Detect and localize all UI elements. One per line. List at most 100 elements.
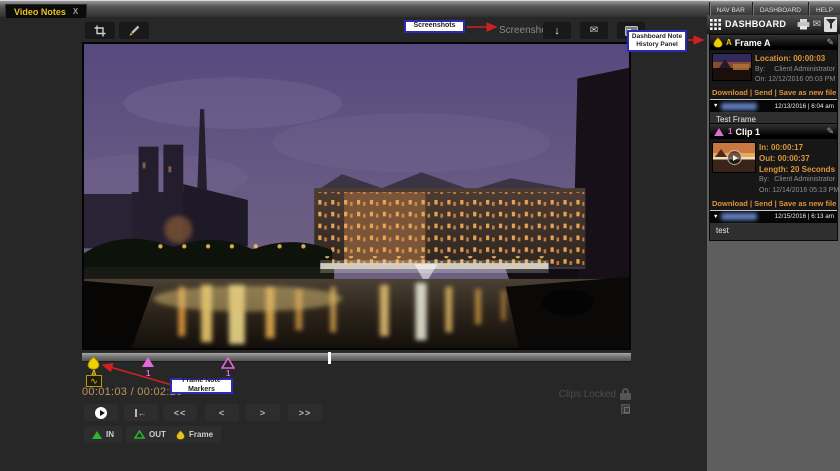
send-link[interactable]: Send [754,88,772,97]
video-player[interactable] [82,42,631,350]
jump-start-icon [135,409,137,417]
mail-icon[interactable]: ✉ [813,19,821,30]
locked-file-icon [621,404,630,414]
fast-forward-button[interactable]: >> [288,404,322,421]
on-date: On: 12/12/2016 05:03 PM [755,75,835,85]
timeline-scrubber[interactable] [82,352,631,362]
redacted-user-name [721,103,757,110]
lock-icon [620,388,631,400]
card-title: Clip 1 [735,127,760,137]
link-separator: | [750,88,752,97]
link-separator: | [775,88,777,97]
frame-drop-icon [713,37,723,48]
pen-icon [128,25,140,37]
dashboard-header: DASHBOARD ✉ [707,15,840,34]
redacted-user-name [721,213,757,220]
play-button[interactable] [84,404,118,421]
out-triangle-icon [134,430,145,439]
card-badge: A [726,38,732,47]
clip-thumbnail[interactable] [712,142,756,173]
mark-out-button[interactable]: OUT [126,426,174,443]
play-icon [95,407,107,419]
left-arrow-icon: ← [138,408,148,418]
playhead[interactable] [328,352,331,364]
frame-thumbnail[interactable] [712,53,752,81]
grid-icon [710,19,721,30]
by-value: Client Administrator [774,65,835,75]
card-title: Frame A [735,38,771,48]
download-icon: ↓ [554,25,560,37]
comment-header[interactable]: ▼ 12/15/2016 | 6:13 am [710,210,837,223]
tab-video-notes[interactable]: Video Notes X [5,4,87,18]
fast-forward-icon: >> [299,408,312,418]
download-link[interactable]: Download [712,199,748,208]
link-separator: | [775,199,777,208]
card-actions: Download | Send | Save as new file [710,87,837,99]
save-as-new-file-link[interactable]: Save as new file [779,88,837,97]
frame-location: Location: 00:00:03 [755,54,835,65]
on-date: On: 12/14/2016 05:13 PM [759,186,835,196]
out-marker-icon [221,357,235,369]
rewind-button[interactable]: << [163,404,197,421]
frame-marker-icon [87,356,100,370]
filter-button[interactable] [824,17,837,32]
mark-in-label: IN [106,430,114,439]
link-separator: | [750,199,752,208]
dashboard-panel: DASHBOARD ✉ A [707,15,840,471]
time-display: 00:01:03 / 00:02:20 [82,386,183,398]
by-label: By: [759,175,769,185]
in-marker-label: 1 [146,369,150,378]
rewind-icon: << [174,408,187,418]
clip-length: Length: 20 Seconds [759,165,835,176]
annotate-button[interactable] [119,22,149,39]
by-label: By: [755,65,765,75]
frame-drop-icon [176,430,185,440]
card-badge: 1 [728,127,732,136]
card-actions: Download | Send | Save as new file [710,198,837,210]
in-point-marker[interactable] [142,357,154,367]
video-notes-app: Video Notes X NAV BAR DASHBOARD HELP Scr… [0,0,840,471]
screenshot-email-button[interactable]: ✉ [580,22,608,39]
mark-out-label: OUT [149,430,166,439]
callout-frame-note-markers: Frame Note Markers [170,378,233,394]
print-icon[interactable] [797,19,810,30]
disclosure-icon[interactable]: ▼ [713,214,718,220]
filter-icon [826,19,836,29]
comment-header[interactable]: ▼ 12/13/2016 | 6:04 am [710,99,837,112]
jump-to-start-button[interactable]: ← [124,404,158,421]
email-icon: ✉ [590,25,598,36]
clip-marker-icon [714,128,724,136]
squiggle-icon: ∿ [90,376,98,386]
thumbnail-play-icon[interactable] [727,150,742,165]
mark-frame-label: Frame [189,430,213,439]
disclosure-icon[interactable]: ▼ [713,103,718,109]
dashboard-title: DASHBOARD [725,19,786,29]
edit-icon[interactable]: ✎ [826,126,834,137]
crop-button[interactable] [85,22,115,39]
comment-date: 12/13/2016 | 6:04 am [775,103,834,110]
mark-frame-button[interactable]: Frame [168,426,221,443]
edit-icon[interactable]: ✎ [826,37,834,48]
tab-close-icon[interactable]: X [73,7,78,16]
step-back-icon: < [219,408,225,418]
download-link[interactable]: Download [712,88,748,97]
step-forward-icon: > [260,408,266,418]
card-header: A Frame A ✎ [710,35,837,50]
step-forward-button[interactable]: > [246,404,280,421]
by-value: Client Administrator [774,175,835,185]
step-back-button[interactable]: < [205,404,239,421]
clips-locked-label: Clips Locked [536,389,616,400]
comment-text: test [710,223,837,240]
screenshot-download-button[interactable]: ↓ [543,22,571,39]
callout-dashboard-note-history: Dashboard Note History Panel [627,30,687,52]
clip-out: Out: 00:00:37 [759,154,835,165]
note-card-clip-1: 1 Clip 1 ✎ In: 00:00:17 O [709,123,838,241]
clip-in: In: 00:00:17 [759,143,835,154]
send-link[interactable]: Send [754,199,772,208]
save-as-new-file-link[interactable]: Save as new file [779,199,837,208]
mark-in-button[interactable]: IN [84,426,122,443]
comment-date: 12/15/2016 | 6:13 am [775,213,834,220]
tab-label: Video Notes [14,7,66,17]
in-triangle-icon [92,431,102,439]
video-scene-paris-night [84,44,629,348]
